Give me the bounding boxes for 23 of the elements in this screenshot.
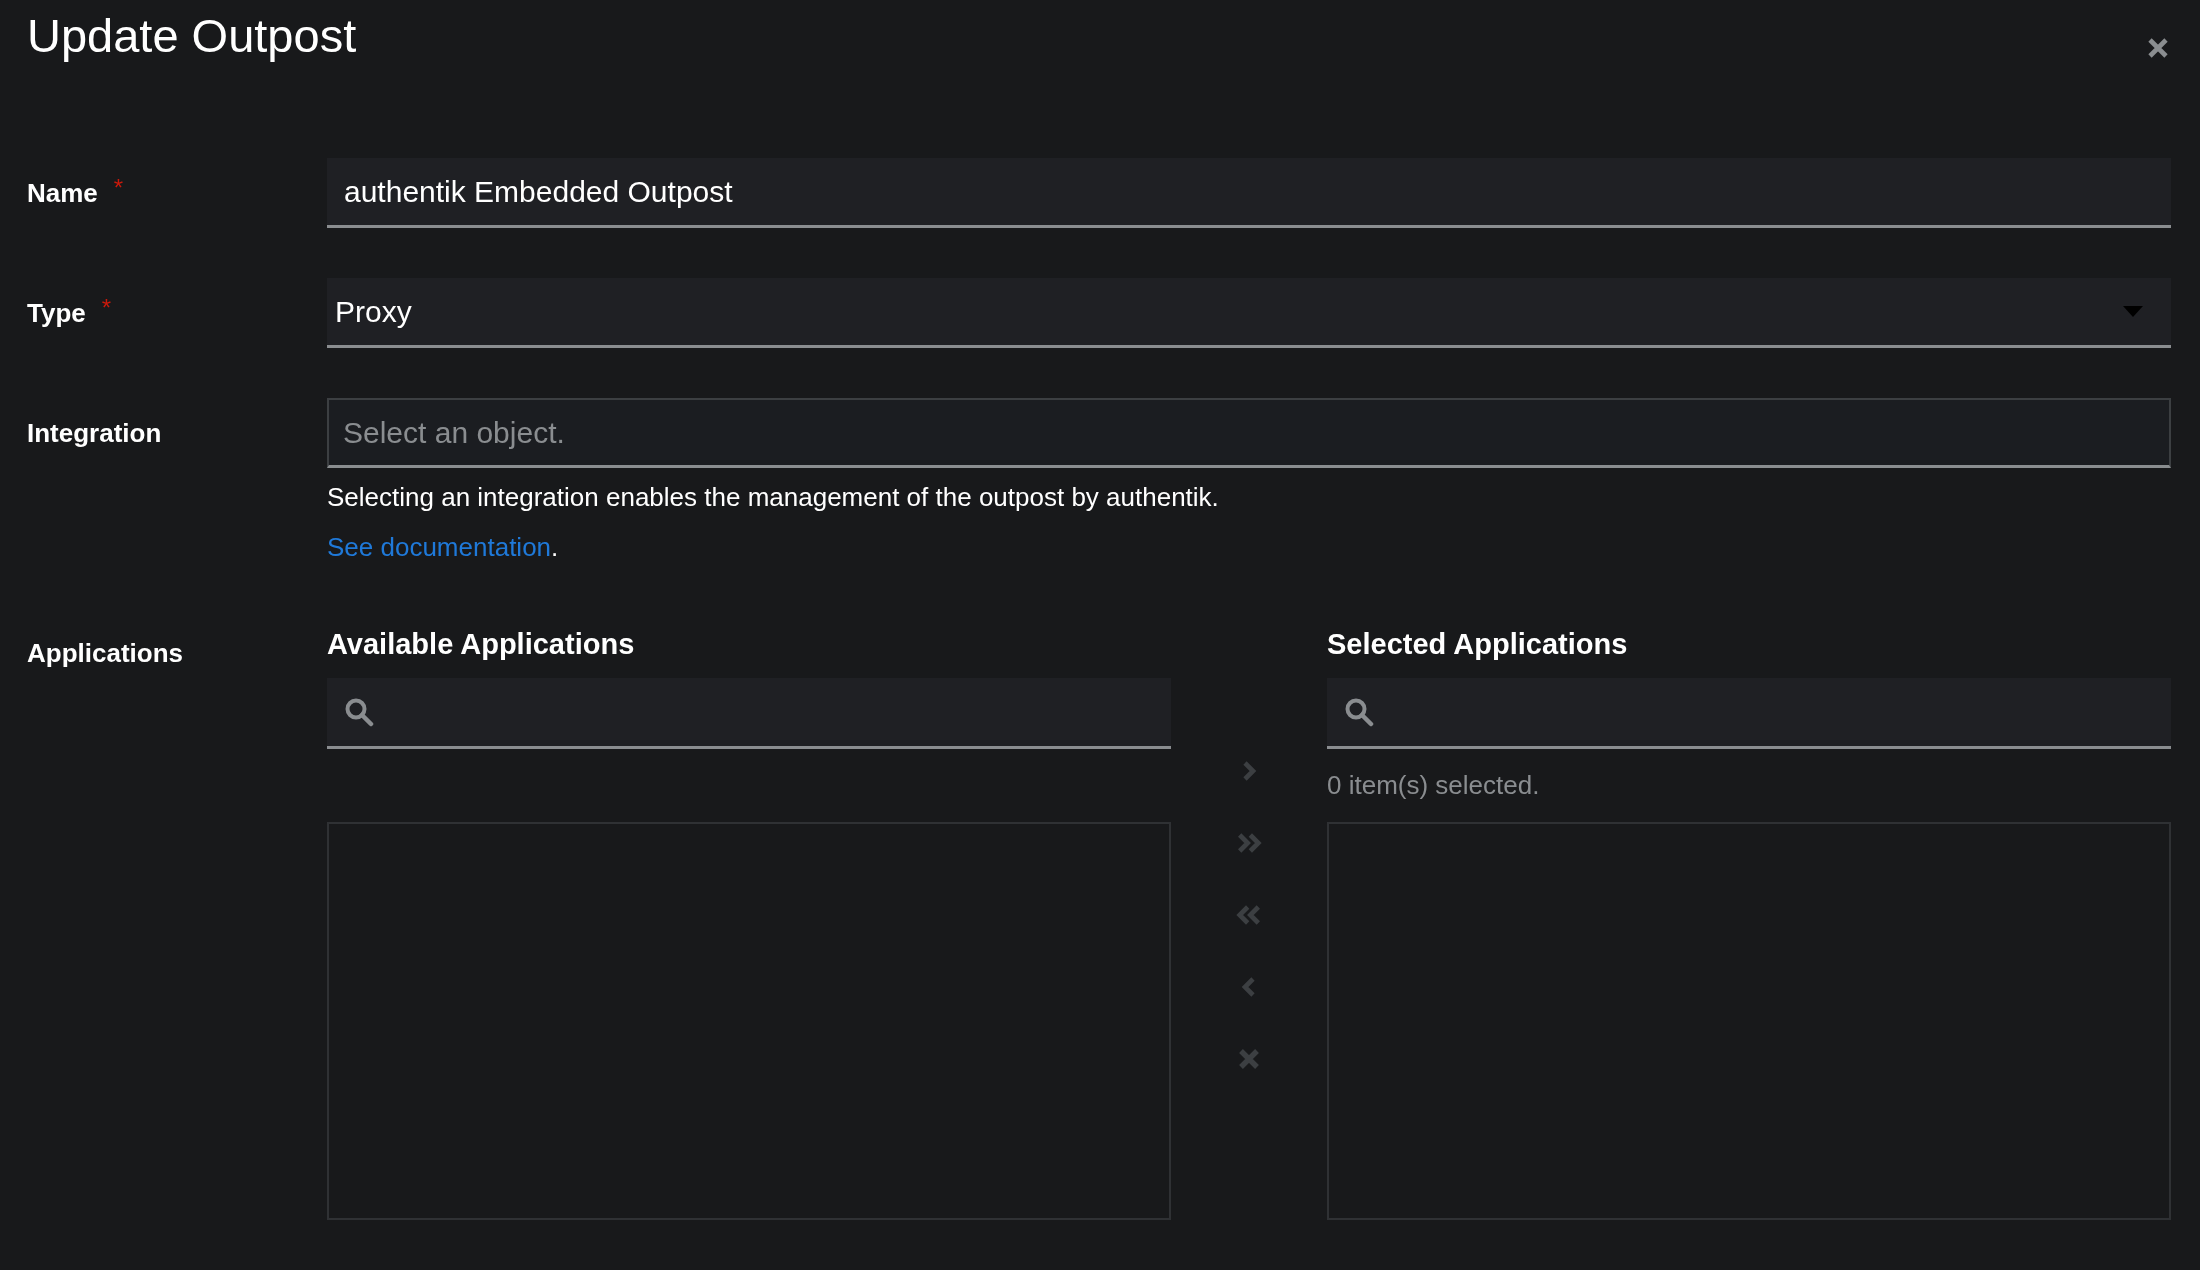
field-label: Name (27, 177, 98, 209)
help-text: Selecting an integration enables the management of the outpost by authentik. (327, 481, 1220, 514)
search-field[interactable] (1327, 678, 2171, 749)
required-asterisk: * (101, 294, 112, 322)
selection-count: 0 item(s) selected. (1327, 770, 1540, 801)
caret-icon (2123, 305, 2143, 318)
type-dropdown[interactable]: Proxy (327, 278, 2171, 348)
field-label: Type (27, 297, 86, 329)
search-icon (1344, 697, 1374, 727)
documentation-link[interactable]: See documentation (327, 532, 552, 562)
field-label: Integration (27, 417, 162, 449)
search-field[interactable] (327, 678, 1171, 749)
integration-input[interactable]: Select an object. (327, 398, 2171, 468)
field-label: Applications (27, 638, 183, 669)
close-button[interactable] (2146, 36, 2170, 60)
punctuation: . (551, 532, 559, 562)
pane-heading: Selected Applications (1327, 627, 1629, 662)
modal-title: Update Outpost (27, 8, 357, 64)
pane-heading: Available Applications (327, 627, 636, 662)
name-input[interactable]: authentik Embedded Outpost (327, 158, 2171, 228)
search-icon (344, 697, 374, 727)
close-icon (1237, 1047, 1261, 1071)
required-asterisk: * (113, 174, 124, 202)
